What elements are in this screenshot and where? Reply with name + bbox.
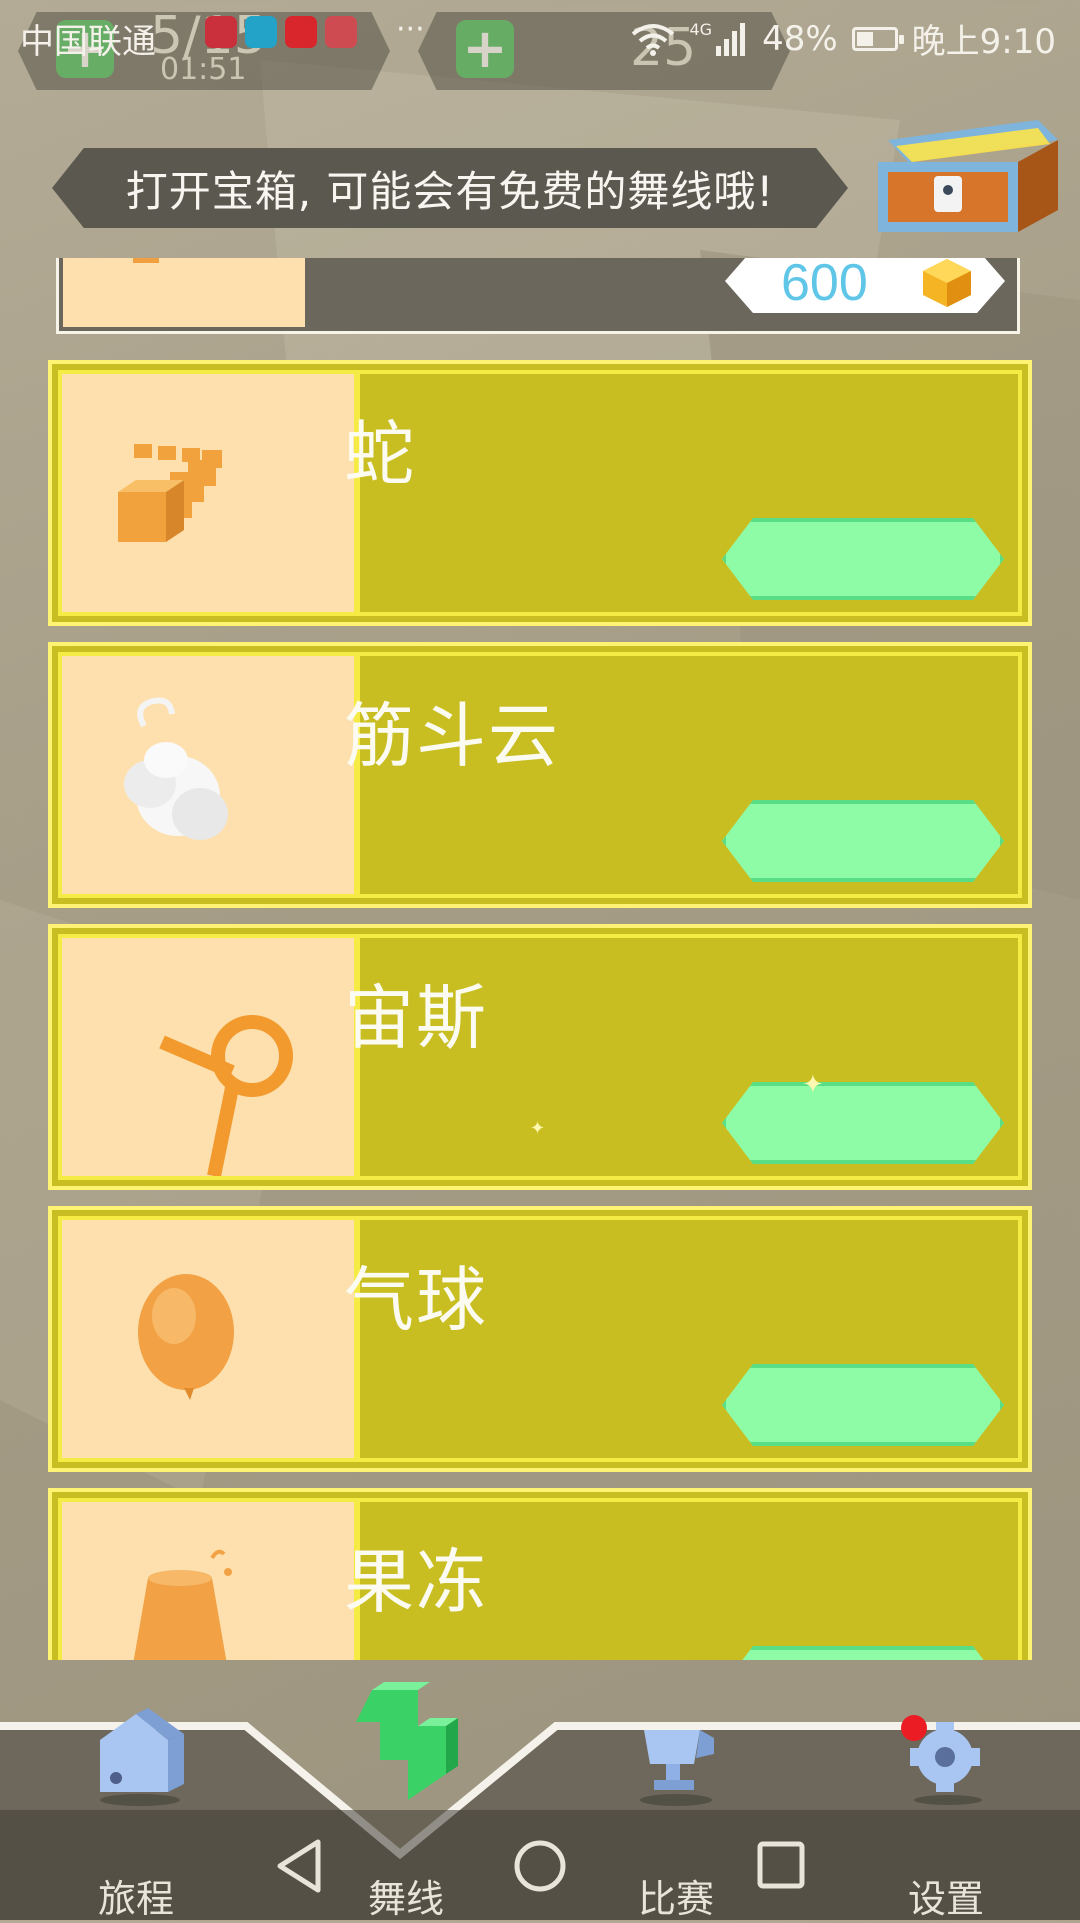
treasure-banner[interactable]: 打开宝箱, 可能会有免费的舞线哦! xyxy=(52,148,848,228)
buy-button[interactable] xyxy=(722,1082,1004,1164)
price-text: 600 xyxy=(781,258,868,312)
clock: 晚上9:10 xyxy=(911,22,1056,62)
nav-label-dancing-line: 舞线 xyxy=(367,1877,444,1921)
gem-icon xyxy=(923,259,971,307)
snake-icon xyxy=(118,444,222,542)
list-item-partial[interactable]: 600 xyxy=(56,258,1020,334)
mail-app-icon xyxy=(325,16,357,48)
recents-key-icon[interactable] xyxy=(756,1838,806,1894)
notification-icons xyxy=(205,16,357,48)
nav-label-settings: 设置 xyxy=(907,1877,984,1921)
gear-icon xyxy=(901,1715,982,1805)
buy-button[interactable] xyxy=(722,1646,1004,1660)
dancing-line-list[interactable]: 600 蛇 筋斗云 宙斯 ✦ ✦ 气球 果冻 xyxy=(0,258,1080,1660)
reader-app-icon xyxy=(245,16,277,48)
nav-label-competition: 比赛 xyxy=(637,1877,714,1921)
carrier-label: 中国联通 xyxy=(20,22,156,62)
house-icon xyxy=(100,1708,184,1806)
huawei-app-icon xyxy=(205,16,237,48)
back-key-icon[interactable] xyxy=(274,1838,324,1894)
home-key-icon[interactable] xyxy=(512,1838,568,1894)
balloon-icon xyxy=(138,1274,234,1400)
buy-button[interactable] xyxy=(722,518,1004,600)
dancing-line-icon xyxy=(356,1682,458,1800)
nav-settings[interactable] xyxy=(866,1700,1026,1814)
orange-blocks-icon xyxy=(133,258,159,263)
item-thumbnail xyxy=(62,656,360,894)
cloud-icon xyxy=(124,697,228,840)
signal-icon xyxy=(716,22,746,56)
treasure-chest-icon[interactable] xyxy=(868,100,1064,240)
list-item-balloon[interactable]: 气球 xyxy=(48,1206,1032,1472)
item-title: 蛇 xyxy=(344,413,416,495)
item-thumbnail xyxy=(63,258,305,327)
item-title: 气球 xyxy=(344,1259,488,1341)
notification-dot xyxy=(901,1715,927,1741)
item-title: 宙斯 xyxy=(344,977,488,1059)
item-title: 筋斗云 xyxy=(344,695,560,777)
nav-competition[interactable] xyxy=(596,1700,756,1814)
item-thumbnail xyxy=(62,1220,360,1458)
battery-percent: 48% xyxy=(762,18,838,59)
battery-icon xyxy=(851,26,904,51)
price-badge[interactable]: 600 xyxy=(725,258,1005,313)
toutiao-app-icon xyxy=(285,16,317,48)
banner-text: 打开宝箱, 可能会有免费的舞线哦! xyxy=(125,166,775,216)
zeus-icon xyxy=(159,1015,293,1178)
buy-button[interactable] xyxy=(722,800,1004,882)
list-item-jelly[interactable]: 果冻 xyxy=(48,1488,1032,1660)
nav-dancing-line[interactable] xyxy=(326,1670,486,1814)
trophy-icon xyxy=(640,1730,714,1806)
jelly-icon xyxy=(133,1549,232,1660)
sparkle-icon: ✦ xyxy=(802,1070,824,1100)
status-bar: 中国联通 ··· 4G 48% 晚上9:10 xyxy=(0,0,1080,72)
item-thumbnail xyxy=(62,938,360,1178)
list-item-zeus[interactable]: 宙斯 ✦ ✦ xyxy=(48,924,1032,1190)
list-item-cloud[interactable]: 筋斗云 xyxy=(48,642,1032,908)
sparkle-icon: ✦ xyxy=(530,1118,546,1139)
item-title: 果冻 xyxy=(344,1541,488,1623)
item-thumbnail xyxy=(62,374,360,612)
list-item-snake[interactable]: 蛇 xyxy=(48,360,1032,626)
notification-more-icon: ··· xyxy=(396,12,425,47)
nav-journey[interactable] xyxy=(56,1700,216,1814)
buy-button[interactable] xyxy=(722,1364,1004,1446)
nav-label-journey: 旅程 xyxy=(97,1877,174,1921)
item-thumbnail xyxy=(62,1502,360,1660)
wifi-icon xyxy=(632,23,675,56)
network-type: 4G xyxy=(689,20,713,39)
